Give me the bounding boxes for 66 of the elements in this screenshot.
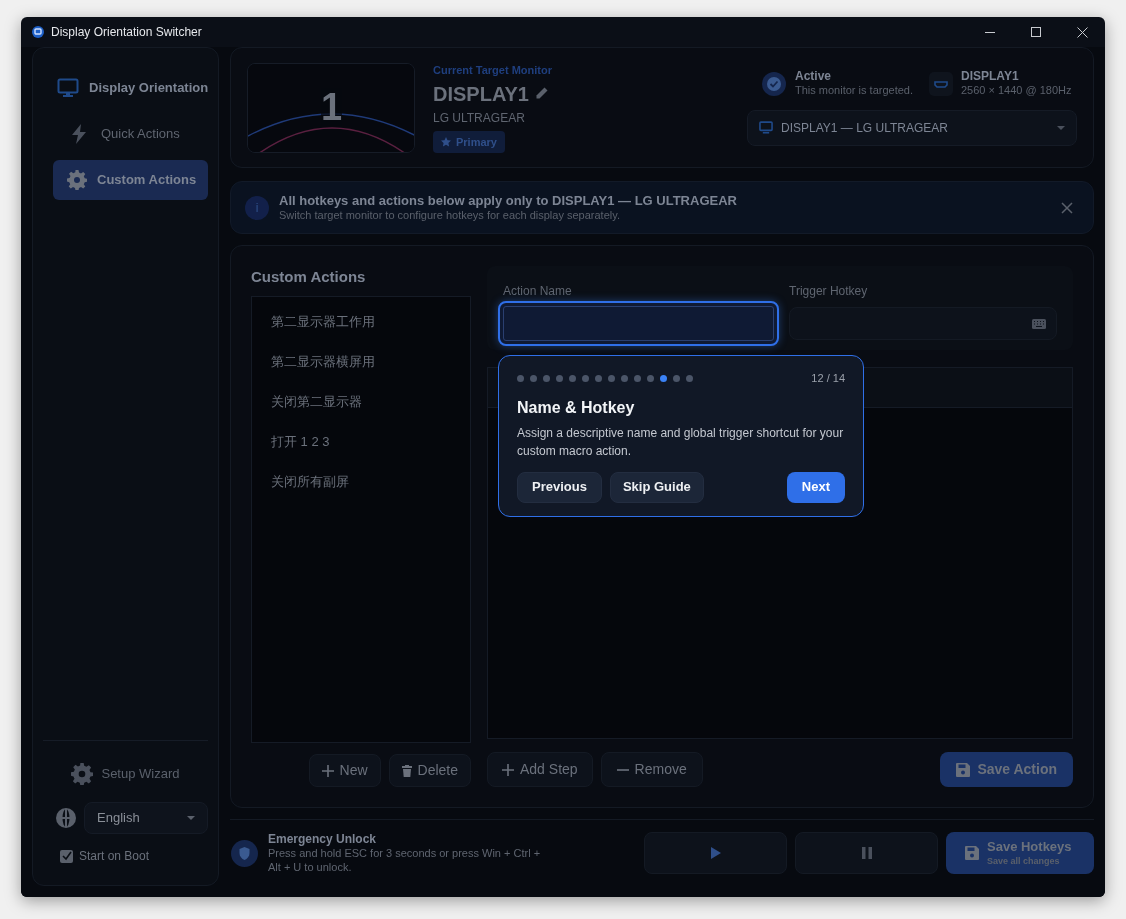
action-list-item[interactable]: 关闭所有副屏 [252, 461, 470, 502]
monitor-dropdown[interactable]: DISPLAY1 — LG ULTRAGEAR [747, 109, 1077, 146]
check-circle-icon [762, 71, 786, 96]
pause-icon [861, 847, 872, 859]
close-icon[interactable] [1061, 201, 1073, 214]
language-dropdown[interactable]: English [84, 802, 208, 834]
save-hotkeys-button[interactable]: Save Hotkeys Save all changes [946, 832, 1094, 874]
start-on-boot-label: Start on Boot [79, 848, 150, 865]
pencil-icon[interactable] [534, 87, 548, 101]
skip-guide-button[interactable]: Skip Guide [609, 471, 704, 503]
status-title: Active [795, 69, 833, 85]
save-action-button[interactable]: Save Action [940, 752, 1073, 787]
action-list-item[interactable]: 第二显示器横屏用 [252, 341, 470, 382]
action-list-item[interactable]: 打开 1 2 3 [252, 421, 470, 462]
display-name: DISPLAY1 [961, 69, 1020, 85]
status-text: This monitor is targeted. [795, 84, 913, 98]
field-label: Trigger Hotkey [789, 283, 869, 300]
action-name-field[interactable] [498, 301, 779, 346]
panel-title: Custom Actions [251, 267, 367, 287]
tour-text: Assign a descriptive name and global trigger shortcut for your custom macro action. [517, 424, 845, 460]
keyboard-icon [1032, 318, 1046, 329]
add-step-button[interactable]: Add Step [487, 752, 593, 787]
emergency-text: Press and hold ESC for 3 seconds or press Win + Ctrl + Alt + U to unlock. [268, 846, 542, 875]
gear-icon [67, 170, 87, 190]
lightning-icon [71, 124, 87, 144]
field-label: Action Name [503, 283, 573, 300]
next-button[interactable]: Next [786, 471, 845, 503]
previous-button[interactable]: Previous [517, 471, 602, 503]
nav-item[interactable]: Quick Actions [53, 114, 208, 154]
dropdown-caret-icon [1057, 125, 1065, 130]
dropdown-caret-icon [187, 816, 195, 820]
delete-button[interactable]: Delete [388, 754, 471, 787]
gear-icon [71, 763, 94, 785]
plus-icon [321, 764, 334, 777]
emergency-title: Emergency Unlock [268, 831, 378, 847]
nav-item[interactable]: Display Orientation [43, 68, 208, 108]
tour-title: Name & Hotkey [517, 397, 636, 418]
checkbox[interactable] [60, 849, 73, 863]
new-button[interactable]: New [308, 754, 381, 787]
banner-title: All hotkeys and actions below apply only to DISPLAY1 — LG ULTRAGEAR [279, 192, 737, 209]
nav-item[interactable]: Custom Actions [53, 160, 208, 200]
primary-badge: Primary [433, 130, 505, 153]
plus-icon [502, 763, 514, 776]
banner-text: Switch target monitor to configure hotkeys for each display separately. [279, 208, 621, 223]
step-counter: 12 / 14 [811, 371, 845, 386]
close-icon [1076, 26, 1088, 38]
globe-icon [56, 808, 76, 828]
star-icon [441, 136, 451, 147]
resolution-text: 2560 × 1440 @ 180Hz [961, 84, 1072, 98]
action-list-item[interactable]: 关闭第二显示器 [252, 381, 470, 422]
checkmark-icon [61, 851, 72, 861]
shield-icon [231, 839, 258, 867]
monitor-icon [759, 121, 773, 135]
monitor-model: LG ULTRAGEAR [433, 109, 525, 127]
action-list-item[interactable]: 第二显示器工作用 [252, 301, 470, 342]
remove-button[interactable]: Remove [600, 752, 703, 787]
monitor-name: DISPLAY1 [433, 81, 529, 107]
play-icon [710, 847, 721, 859]
hotkey-field[interactable] [789, 307, 1057, 340]
app-logo-icon [31, 25, 45, 39]
hdmi-port-icon [929, 71, 953, 96]
trash-icon [401, 764, 412, 777]
window-title: Display Orientation Switcher [51, 24, 202, 41]
caption-label: Current Target Monitor [433, 63, 552, 79]
monitor-icon [57, 78, 79, 98]
setup-wizard-button[interactable]: Setup Wizard [43, 763, 208, 785]
